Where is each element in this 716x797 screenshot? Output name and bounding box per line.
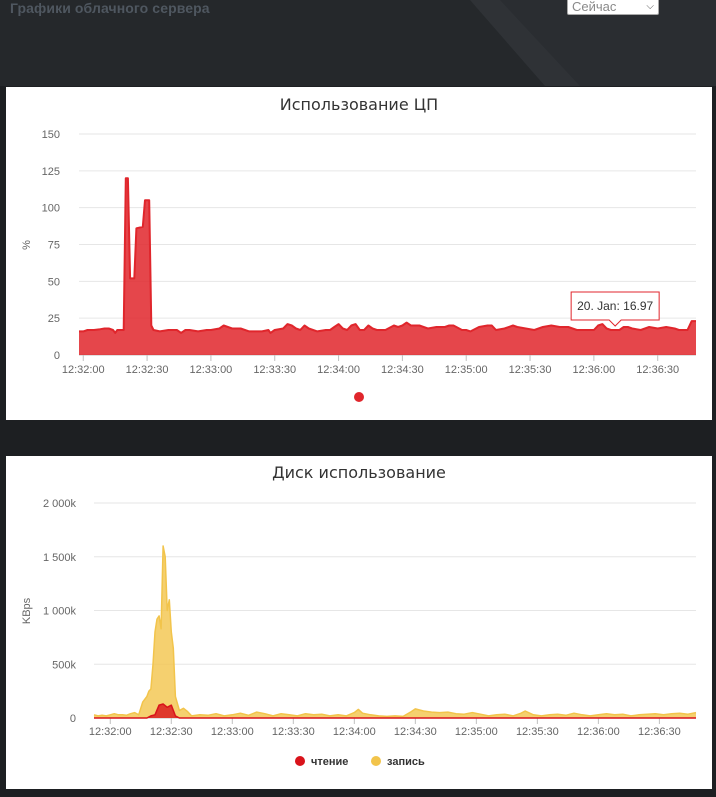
chevron-down-icon: ⌵ (646, 0, 654, 12)
disk-x-tick-label: 12:35:30 (516, 726, 559, 738)
disk-x-tick-label: 12:33:00 (211, 726, 254, 738)
cpu-y-tick-label: 100 (42, 203, 60, 215)
disk-y-tick-label: 1 500k (43, 552, 77, 564)
cpu-tooltip-text: 20. Jan: 16.97 (577, 299, 653, 313)
cpu-tooltip: 20. Jan: 16.97 (570, 291, 660, 327)
disk-chart-panel: Диск использование KBps 0 500k 1 000k 1 500… (6, 456, 712, 789)
cpu-x-tick-label: 12:35:00 (445, 364, 488, 376)
cpu-x-tick-label: 12:36:30 (636, 364, 679, 376)
disk-y-tick-label: 1 000k (43, 606, 77, 618)
disk-x-tick-label: 12:33:30 (272, 726, 315, 738)
cpu-x-tick-label: 12:34:30 (381, 364, 424, 376)
disk-y-tick-label: 500k (52, 659, 76, 671)
cpu-x-tick-label: 12:33:00 (189, 364, 232, 376)
disk-series-area-write (94, 546, 696, 718)
top-bar: Графики облачного сервера Сейчас ⌵ (0, 0, 716, 86)
cpu-x-tick-label: 12:32:30 (126, 364, 169, 376)
disk-x-tick-label: 12:36:00 (577, 726, 620, 738)
disk-x-tick-label: 12:35:00 (455, 726, 498, 738)
cpu-y-tick-label: 50 (48, 276, 60, 288)
disk-x-tick-label: 12:34:00 (333, 726, 376, 738)
cpu-x-tick-label: 12:32:00 (62, 364, 105, 376)
cpu-chart: Использование ЦП % 0 25 50 75 100 125 150 12:32… (21, 95, 696, 402)
period-select-value: Сейчас (572, 0, 617, 14)
disk-y-tick-label: 0 (70, 713, 76, 725)
cpu-chart-panel: Использование ЦП % 0 25 50 75 100 125 150 12:32… (6, 87, 712, 420)
disk-legend-marker (295, 756, 305, 766)
cpu-chart-title: Использование ЦП (280, 95, 438, 114)
disk-series-line-write (93, 545, 697, 718)
disk-x-tick-label: 12:32:00 (89, 726, 132, 738)
cpu-y-tick-label: 25 (48, 313, 60, 325)
disk-y-axis-label: KBps (21, 597, 33, 624)
disk-legend-label: запись (387, 756, 425, 768)
cpu-x-tick-label: 12:35:30 (509, 364, 552, 376)
disk-x-tick-label: 12:34:30 (394, 726, 437, 738)
cpu-y-tick-label: 0 (54, 350, 60, 362)
cpu-y-tick-label: 75 (48, 240, 60, 252)
cpu-y-tick-label: 125 (42, 166, 60, 178)
page-title: Графики облачного сервера (10, 0, 210, 16)
disk-chart: Диск использование KBps 0 500k 1 000k 1 500… (21, 463, 697, 768)
cpu-x-tick-label: 12:33:30 (253, 364, 296, 376)
cpu-x-tick-label: 12:34:00 (317, 364, 360, 376)
disk-chart-title: Диск использование (272, 463, 446, 482)
cpu-y-tick-label: 150 (42, 129, 60, 141)
cpu-y-axis-label: % (21, 240, 33, 250)
cpu-x-tick-label: 12:36:00 (572, 364, 615, 376)
cpu-legend-marker (354, 392, 364, 402)
period-select[interactable]: Сейчас ⌵ (567, 0, 659, 15)
disk-x-tick-label: 12:32:30 (150, 726, 193, 738)
disk-legend-marker (371, 756, 381, 766)
disk-legend-label: чтение (311, 756, 348, 768)
disk-y-tick-label: 2 000k (43, 498, 77, 510)
disk-x-tick-label: 12:36:30 (638, 726, 681, 738)
